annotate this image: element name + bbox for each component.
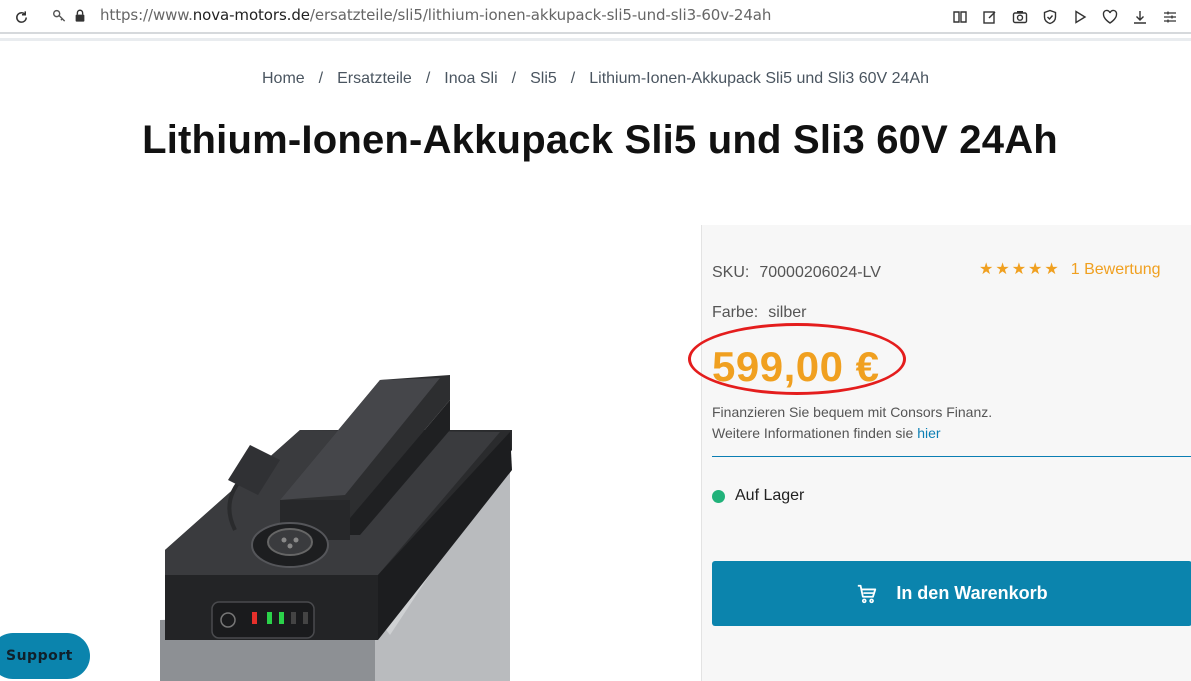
key-icon[interactable] (52, 8, 67, 28)
breadcrumb: Home / Ersatzteile / Inoa Sli / Sli5 / Lithium-I… (0, 70, 1191, 88)
in-stock-dot-icon (712, 489, 725, 503)
add-to-cart-label: In den Warenkorb (896, 583, 1048, 603)
reader-view-icon[interactable] (951, 8, 969, 26)
breadcrumb-sli5[interactable]: Sli5 (530, 70, 557, 87)
shield-icon[interactable] (1041, 8, 1059, 26)
breadcrumb-separator: / (318, 70, 324, 87)
url-path: /ersatzteile/sli5/lithium-ionen-akkupack… (309, 6, 772, 24)
support-button[interactable]: Support (0, 633, 90, 679)
financing-info: Finanzieren Sie bequem mit Consors Finan… (712, 402, 992, 444)
price-highlight-ring (688, 323, 906, 395)
lock-icon[interactable] (73, 8, 87, 28)
financing-more-text: Weitere Informationen finden sie (712, 425, 914, 441)
breadcrumb-ersatzteile[interactable]: Ersatzteile (337, 70, 412, 87)
divider (712, 456, 1191, 457)
stock-status: Auf Lager (712, 487, 804, 505)
screenshot-icon[interactable] (1011, 8, 1029, 26)
product-rating[interactable]: ★ ★ ★ ★ ★ 1 Bewertung (979, 261, 1161, 279)
star-icon: ★ (995, 261, 1010, 278)
breadcrumb-home[interactable]: Home (262, 70, 305, 87)
financing-text: Finanzieren Sie bequem mit Consors Finan… (712, 404, 993, 420)
star-icon: ★ (1028, 261, 1043, 278)
toolbar-divider (0, 38, 1191, 41)
color-value: silber (768, 304, 807, 321)
toolbar-icons (951, 8, 1179, 26)
breadcrumb-separator: / (425, 70, 431, 87)
download-icon[interactable] (1131, 8, 1149, 26)
sku-row: SKU: 70000206024-LV (712, 264, 881, 282)
heart-icon[interactable] (1101, 8, 1119, 26)
breadcrumb-separator: / (570, 70, 576, 87)
breadcrumb-current: Lithium-Ionen-Akkupack Sli5 und Sli3 60V… (589, 70, 930, 87)
star-icon: ★ (1011, 261, 1027, 278)
sku-value: 70000206024-LV (759, 264, 881, 281)
buy-box: SKU: 70000206024-LV ★ ★ ★ ★ ★ 1 Bewertung… (688, 225, 1191, 681)
page-title: Lithium-Ionen-Akkupack Sli5 und Sli3 60V… (142, 118, 1058, 162)
stock-label: Auf Lager (735, 487, 805, 504)
financing-link[interactable]: hier (917, 425, 940, 441)
reviews-link[interactable]: 1 Bewertung (1071, 261, 1161, 279)
menu-icon[interactable] (1161, 8, 1179, 26)
breadcrumb-separator: / (511, 70, 517, 87)
add-to-cart-button[interactable]: In den Warenkorb (712, 561, 1191, 626)
edit-icon[interactable] (981, 8, 999, 26)
star-icon: ★ (979, 261, 994, 278)
play-icon[interactable] (1071, 8, 1089, 26)
url-security-icons (52, 8, 87, 28)
cart-icon (858, 584, 877, 603)
url-host: nova-motors.de (192, 6, 310, 24)
sku-label: SKU: (712, 264, 750, 281)
address-bar[interactable]: https://www.nova-motors.de/ersatzteile/s… (100, 6, 771, 24)
browser-toolbar: https://www.nova-motors.de/ersatzteile/s… (0, 0, 1191, 34)
color-label: Farbe: (712, 304, 759, 321)
breadcrumb-inoa-sli[interactable]: Inoa Sli (444, 70, 497, 87)
product-image[interactable] (150, 360, 530, 681)
color-row: Farbe: silber (712, 304, 806, 322)
star-icon: ★ (1044, 261, 1059, 278)
reload-icon[interactable] (12, 8, 30, 26)
